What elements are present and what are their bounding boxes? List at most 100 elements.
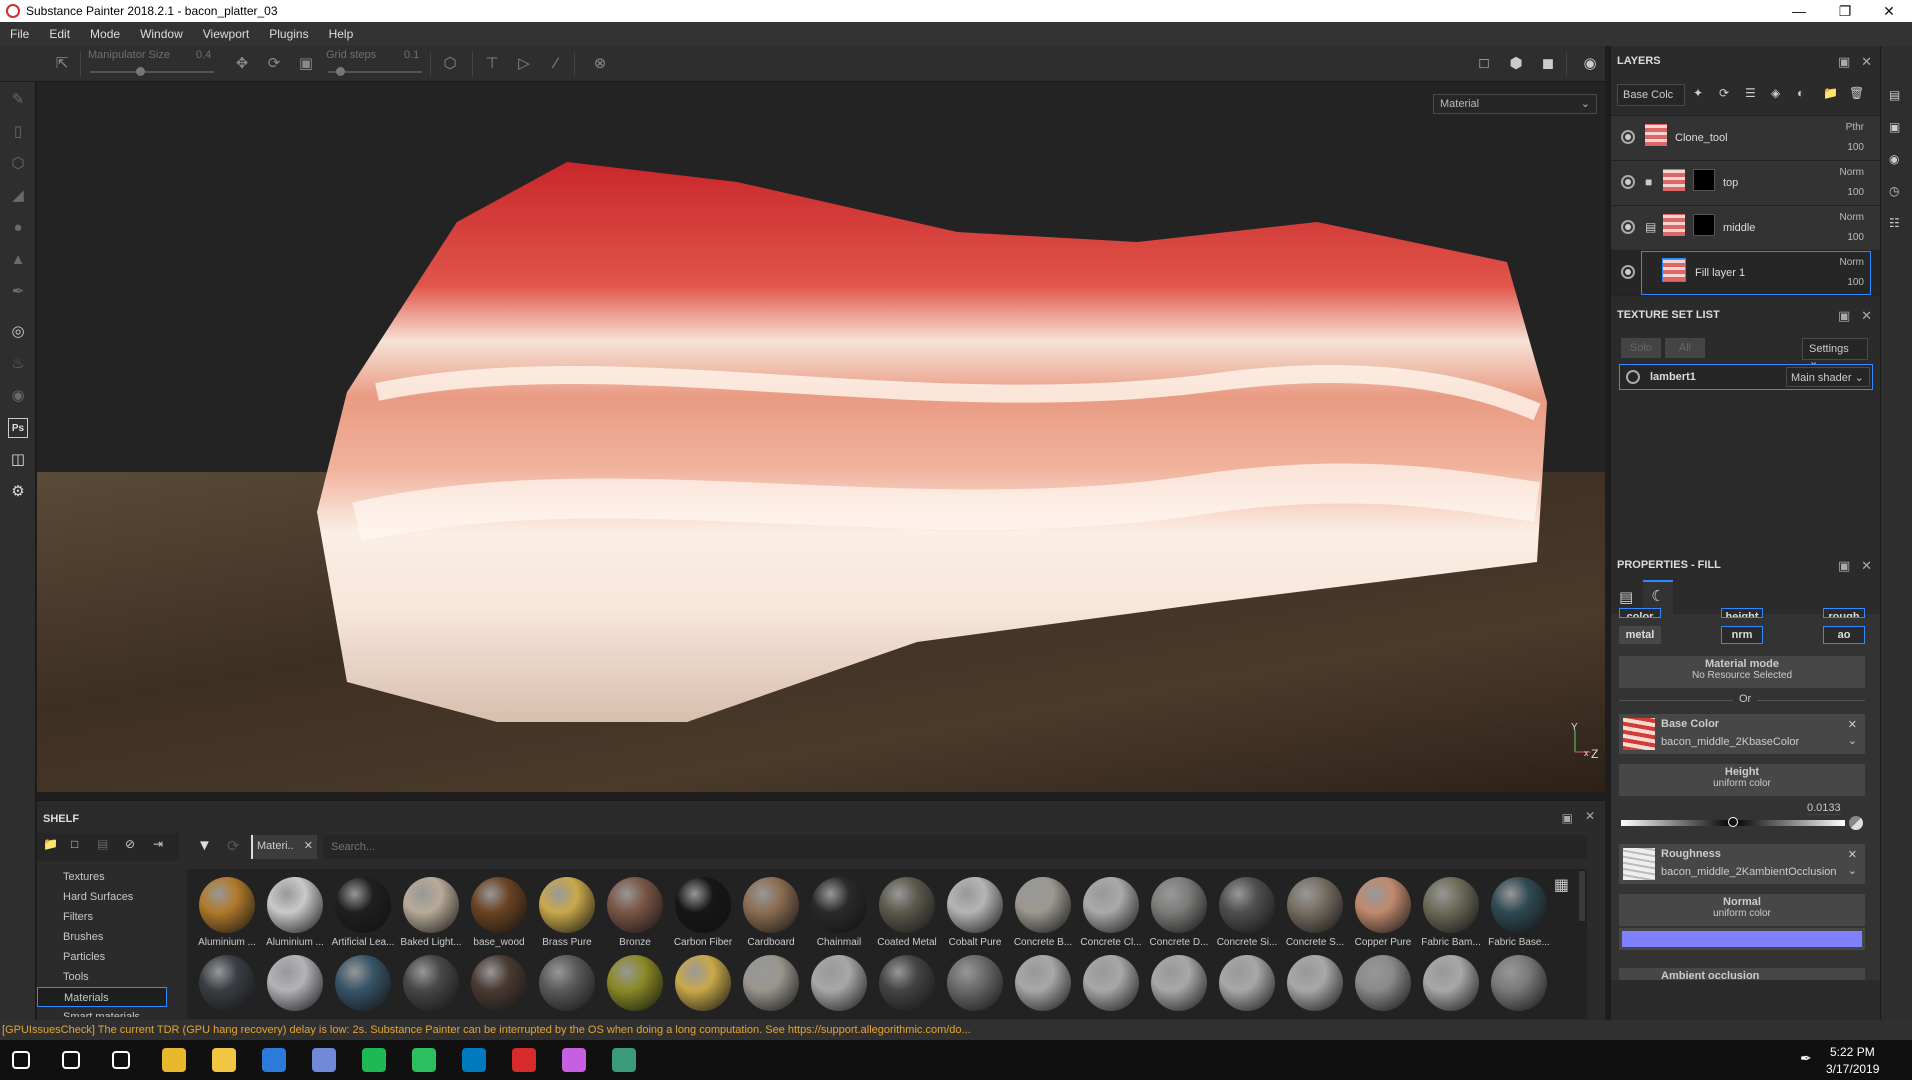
trello-icon[interactable]: [462, 1048, 486, 1072]
menu-plugins[interactable]: Plugins: [259, 27, 318, 41]
new-page-icon[interactable]: □: [71, 837, 78, 851]
height-slot[interactable]: Height uniform color: [1619, 764, 1865, 796]
add-layer-icon[interactable]: ☰: [1745, 86, 1756, 100]
material-item[interactable]: Cardboard: [739, 877, 803, 948]
material-item[interactable]: [1283, 955, 1347, 1011]
shader-select[interactable]: Main shader ⌄: [1786, 367, 1870, 387]
normal-slot[interactable]: Normal uniform color: [1619, 894, 1865, 926]
close-shelf-icon[interactable]: ✕: [1585, 809, 1595, 823]
menu-mode[interactable]: Mode: [80, 27, 130, 41]
blend-mode-select[interactable]: Pthr: [1846, 122, 1864, 133]
normal-color-field[interactable]: [1619, 928, 1865, 950]
pen-tray-icon[interactable]: ✒: [1800, 1050, 1812, 1067]
history-icon[interactable]: ◷: [1889, 184, 1899, 198]
material-item[interactable]: Fabric Base...: [1487, 877, 1551, 948]
add-mask-icon[interactable]: ◐: [1797, 86, 1804, 100]
material-item[interactable]: Concrete Si...: [1215, 877, 1279, 948]
remove-resource-icon[interactable]: ✕: [1848, 718, 1857, 731]
material-item[interactable]: Chainmail: [807, 877, 871, 948]
channel-select[interactable]: Base Colc: [1617, 84, 1685, 106]
align-icon[interactable]: ⊤: [482, 54, 502, 74]
substance-share-icon[interactable]: ◎: [8, 322, 28, 342]
channel-rough-toggle[interactable]: rough: [1823, 608, 1865, 618]
material-item[interactable]: Concrete D...: [1147, 877, 1211, 948]
delete-layer-icon[interactable]: 🗑: [1849, 86, 1864, 100]
visibility-toggle-icon[interactable]: [1621, 220, 1635, 234]
menu-help[interactable]: Help: [319, 27, 364, 41]
chrome-icon[interactable]: [162, 1048, 186, 1072]
channel-color-toggle[interactable]: color: [1619, 608, 1661, 618]
video-camera-icon[interactable]: ◼: [1538, 54, 1558, 74]
manipulator-size-knob[interactable]: [136, 67, 145, 76]
opacity-select[interactable]: 100: [1847, 187, 1864, 198]
material-item[interactable]: [467, 955, 531, 1011]
close-icon[interactable]: ✕: [1861, 308, 1872, 323]
folder-open-icon[interactable]: ▤: [1645, 220, 1656, 234]
undock-icon[interactable]: ▣: [1838, 308, 1850, 323]
menu-viewport[interactable]: Viewport: [193, 27, 259, 41]
windows-start-icon[interactable]: [12, 1051, 30, 1069]
material-item[interactable]: [399, 955, 463, 1011]
transform-axis-icon[interactable]: ⇱: [52, 54, 72, 74]
menu-edit[interactable]: Edit: [39, 27, 80, 41]
category-tools[interactable]: Tools: [37, 967, 167, 987]
move-icon[interactable]: ✥: [232, 54, 252, 74]
normal-color-swatch[interactable]: [1622, 931, 1862, 947]
material-mode-slot[interactable]: Material mode No Resource Selected: [1619, 656, 1865, 688]
camera-frame-icon[interactable]: □: [1474, 54, 1494, 74]
projection-icon[interactable]: ⬡: [8, 154, 28, 174]
folder-icon[interactable]: 📁: [43, 837, 58, 851]
layer-item[interactable]: Clone_tool Pthr 100: [1611, 116, 1880, 161]
material-item[interactable]: [1215, 955, 1279, 1011]
3d-viewport[interactable]: Material ⌄ Y x Z: [37, 82, 1605, 792]
material-item[interactable]: Bronze: [603, 877, 667, 948]
minimize-button[interactable]: —: [1776, 0, 1822, 22]
layer-item[interactable]: ▤ middle Norm 100: [1611, 206, 1880, 251]
rotate-icon[interactable]: ⟳: [264, 54, 284, 74]
height-value[interactable]: 0.0133: [1807, 802, 1841, 815]
blend-mode-select[interactable]: Norm: [1840, 212, 1864, 223]
close-icon[interactable]: ✕: [1861, 54, 1872, 69]
category-brushes[interactable]: Brushes: [37, 927, 167, 947]
import-icon[interactable]: ⇥: [153, 837, 163, 851]
color-mode-toggle-icon[interactable]: [1849, 816, 1863, 830]
material-item[interactable]: Baked Light...: [399, 877, 463, 948]
paint-3d-icon[interactable]: [562, 1048, 586, 1072]
grid-scrollbar[interactable]: [1579, 871, 1585, 921]
paint-brush-icon[interactable]: ✎: [8, 90, 28, 110]
polygon-fill-icon[interactable]: ◢: [8, 186, 28, 206]
undock-icon[interactable]: ▣: [1562, 811, 1573, 825]
material-item[interactable]: Concrete B...: [1011, 877, 1075, 948]
display-settings-icon[interactable]: ▣: [1889, 120, 1900, 134]
snap-icon[interactable]: ∕: [546, 54, 566, 74]
remove-filter-icon[interactable]: ✕: [304, 839, 313, 852]
material-item[interactable]: [195, 955, 259, 1011]
visibility-toggle-icon[interactable]: [1621, 130, 1635, 144]
material-item[interactable]: [875, 955, 939, 1011]
clone-stamp-icon[interactable]: ▲: [8, 250, 28, 270]
category-hard-surfaces[interactable]: Hard Surfaces: [37, 887, 167, 907]
material-item[interactable]: [1487, 955, 1551, 1011]
substance-painter-icon[interactable]: [512, 1048, 536, 1072]
log-icon[interactable]: ☷: [1889, 216, 1900, 230]
restore-button[interactable]: ❐: [1822, 0, 1868, 22]
eraser-icon[interactable]: ▯: [8, 122, 28, 142]
menu-window[interactable]: Window: [130, 27, 193, 41]
material-item[interactable]: [739, 955, 803, 1011]
save-icon[interactable]: ▤: [97, 837, 108, 851]
notification-bell-icon[interactable]: ♨: [8, 354, 28, 374]
channel-height-toggle[interactable]: height: [1721, 608, 1763, 618]
category-particles[interactable]: Particles: [37, 947, 167, 967]
roughness-slot[interactable]: Roughness bacon_middle_2KambientOcclusio…: [1619, 844, 1865, 884]
remove-resource-icon[interactable]: ✕: [1848, 848, 1857, 861]
shelf-search-input[interactable]: [323, 835, 1587, 859]
material-item[interactable]: [603, 955, 667, 1011]
clock-time[interactable]: 5:22 PM: [1830, 1045, 1875, 1059]
base-color-slot[interactable]: Base Color bacon_middle_2KbaseColor ✕ ⌄: [1619, 714, 1865, 754]
material-item[interactable]: Carbon Fiber: [671, 877, 735, 948]
filter-icon[interactable]: ▼: [197, 837, 212, 854]
texture-set-item[interactable]: lambert1 Main shader ⌄: [1619, 364, 1873, 390]
discord-icon[interactable]: [312, 1048, 336, 1072]
add-effect-icon[interactable]: ⟳: [1719, 86, 1729, 100]
grid-steps-value[interactable]: 0.1: [404, 49, 419, 61]
